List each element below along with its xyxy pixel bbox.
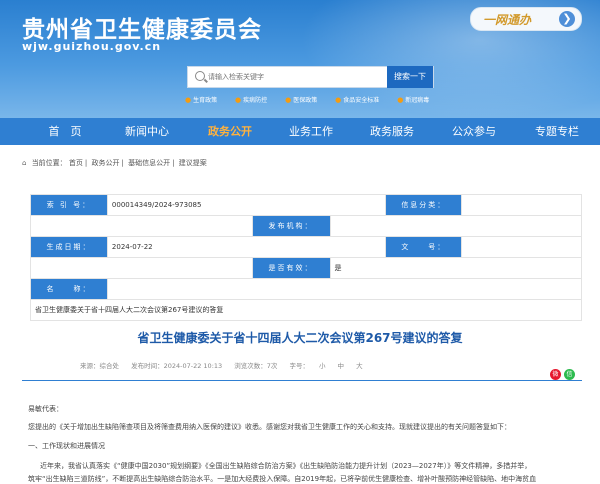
site-title[interactable]: 贵州省卫生健康委员会 bbox=[22, 10, 262, 44]
publisher-value bbox=[329, 215, 582, 237]
oneweb-button[interactable]: 一网通办 ❯ bbox=[470, 7, 582, 31]
hotlink-item[interactable]: ● 生育政策 bbox=[185, 96, 225, 104]
breadcrumb-item[interactable]: 建议提案 bbox=[179, 159, 207, 167]
article-paragraph: 您提出的《关于增加出生缺陷筛查项目及将筛查费用纳入医保的建议》收悉。感谢您对我省… bbox=[28, 423, 511, 431]
docno-label: 文 号： bbox=[385, 236, 463, 258]
category-label: 信息分类： bbox=[385, 194, 463, 216]
category-value bbox=[461, 194, 582, 216]
breadcrumb-item[interactable]: 基础信息公开 bbox=[128, 159, 170, 167]
breadcrumb-item[interactable]: 首页 bbox=[69, 159, 83, 167]
font-medium-button[interactable]: 中 bbox=[338, 362, 345, 370]
valid-value: 是 bbox=[329, 257, 582, 279]
article-paragraph: 近年来，我省认真落实《“健康中国2030”规划纲要》《全国出生缺陷综合防治方案》… bbox=[40, 462, 532, 470]
nav-item-news[interactable]: 新闻中心 bbox=[113, 118, 181, 145]
table-row: 名 称： bbox=[30, 278, 583, 300]
site-header: 贵州省卫生健康委员会 wjw.guizhou.gov.cn 一网通办 ❯ 搜索一… bbox=[0, 0, 600, 118]
search-button[interactable]: 搜索一下 bbox=[387, 66, 433, 88]
hotlink-item[interactable]: ● 疾病防控 bbox=[235, 96, 275, 104]
article-paragraph: 筑牢“出生缺陷三道防线”，不断提高出生缺陷综合防治水平。一是加大经费投入保障。自… bbox=[28, 475, 537, 483]
article-greeting: 易敏代表： bbox=[28, 405, 63, 413]
index-value: 000014349/2024-973085 bbox=[106, 194, 387, 216]
fire-icon: ● bbox=[335, 96, 342, 104]
weibo-icon[interactable]: 微 bbox=[550, 369, 561, 380]
name-label: 名 称： bbox=[30, 278, 108, 300]
article-source: 来源：综合处 bbox=[80, 362, 119, 370]
valid-label: 是否有效： bbox=[251, 257, 331, 279]
breadcrumb: ⌂ 当前位置： 首页 | 政务公开 | 基础信息公开 | 建议提案 bbox=[22, 159, 207, 167]
divider bbox=[22, 380, 582, 381]
breadcrumb-prefix: 当前位置： bbox=[31, 159, 67, 167]
nav-item-participation[interactable]: 公众参与 bbox=[440, 118, 508, 145]
date-value: 2024-07-22 bbox=[106, 236, 387, 258]
name-value: 省卫生健康委关于省十四届人大二次会议第267号建议的答复 bbox=[30, 299, 582, 321]
info-table: 索 引 号： 000014349/2024-973085 信息分类： 发布机构：… bbox=[30, 194, 583, 321]
index-label: 索 引 号： bbox=[30, 194, 108, 216]
date-label: 生成日期： bbox=[30, 236, 108, 258]
nav-item-topics[interactable]: 专题专栏 bbox=[523, 118, 591, 145]
nav-item-home[interactable]: 首 页 bbox=[35, 118, 95, 145]
fire-icon: ● bbox=[185, 96, 192, 104]
hotlink-item[interactable]: ● 新冠病毒 bbox=[397, 96, 437, 104]
table-row: 发布机构： bbox=[30, 215, 582, 237]
share-buttons: 微信 bbox=[547, 361, 575, 380]
site-url: wjw.guizhou.gov.cn bbox=[22, 40, 162, 53]
nav-item-business[interactable]: 业务工作 bbox=[277, 118, 345, 145]
wechat-icon[interactable]: 信 bbox=[564, 369, 575, 380]
article-title: 省卫生健康委关于省十四届人大二次会议第267号建议的答复 bbox=[137, 331, 463, 345]
hot-links: ● 生育政策 ● 疾病防控 ● 医保政策 ● 食品安全标准 ● 新冠病毒 bbox=[185, 95, 445, 105]
search-icon bbox=[195, 71, 205, 81]
docno-value bbox=[461, 236, 582, 258]
article-meta: 来源：综合处 发布时间：2024-07-22 10:13 浏览次数：7次 字号：… bbox=[80, 360, 383, 370]
home-icon: ⌂ bbox=[22, 159, 27, 167]
font-size-control: 字号： 小 中 大 bbox=[289, 362, 372, 370]
font-small-button[interactable]: 小 bbox=[319, 362, 326, 370]
nav-item-services[interactable]: 政务服务 bbox=[358, 118, 426, 145]
search-input[interactable] bbox=[206, 69, 380, 85]
oneweb-label: 一网通办 bbox=[483, 13, 532, 27]
fire-icon: ● bbox=[397, 96, 404, 104]
table-row: 是否有效： 是 bbox=[30, 257, 582, 279]
article-section-heading: 一、工作现状和进展情况 bbox=[28, 442, 105, 450]
table-row: 生成日期： 2024-07-22 文 号： bbox=[30, 236, 582, 258]
main-nav: 首 页 新闻中心 政务公开 业务工作 政务服务 公众参与 专题专栏 bbox=[0, 118, 600, 145]
hotlink-item[interactable]: ● 医保政策 bbox=[285, 96, 325, 104]
font-size-prefix: 字号： bbox=[289, 362, 309, 370]
publisher-label: 发布机构： bbox=[251, 215, 331, 237]
hotlink-item[interactable]: ● 食品安全标准 bbox=[335, 96, 387, 104]
font-large-button[interactable]: 大 bbox=[356, 362, 363, 370]
table-row: 索 引 号： 000014349/2024-973085 信息分类： bbox=[30, 194, 582, 216]
breadcrumb-item[interactable]: 政务公开 bbox=[92, 159, 120, 167]
table-row: 省卫生健康委关于省十四届人大二次会议第267号建议的答复 bbox=[30, 299, 582, 321]
article-views: 浏览次数：7次 bbox=[234, 362, 278, 370]
fire-icon: ● bbox=[285, 96, 292, 104]
article-publish-time: 发布时间：2024-07-22 10:13 bbox=[131, 362, 223, 370]
chevron-right-icon: ❯ bbox=[559, 11, 575, 27]
nav-item-gov-affairs[interactable]: 政务公开 bbox=[196, 118, 264, 145]
fire-icon: ● bbox=[235, 96, 242, 104]
